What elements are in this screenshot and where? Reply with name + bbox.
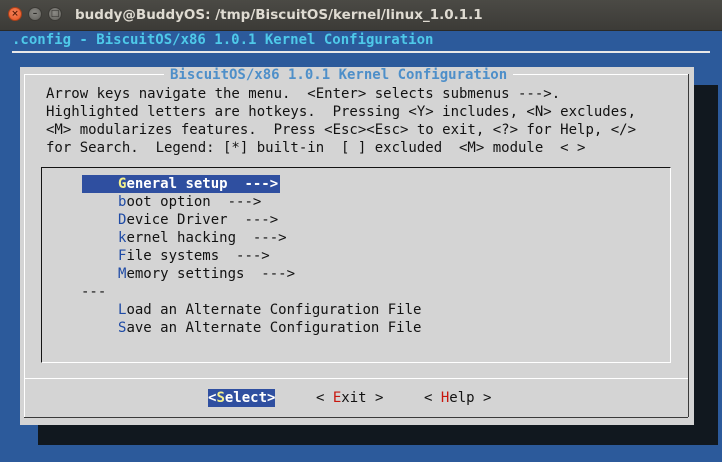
button-bracket: <	[316, 390, 333, 406]
menu-item-device-driver[interactable]: Device Driver --->	[118, 211, 278, 229]
exit-button[interactable]: < Exit >	[316, 389, 383, 407]
button-bracket: >	[366, 390, 384, 406]
dialog-button-separator	[24, 378, 688, 379]
dialog-frame-left	[24, 74, 25, 417]
menu-item-save-config[interactable]: Save an Alternate Configuration File	[118, 319, 421, 337]
button-bracket: >	[267, 390, 276, 406]
dialog-title: BiscuitOS/x86 1.0.1 Kernel Configuration	[164, 67, 514, 83]
menu-item-kernel-hacking[interactable]: kernel hacking --->	[118, 229, 287, 247]
menu-item-label: ile systems --->	[126, 248, 270, 264]
help-text: Arrow keys navigate the menu. <Enter> se…	[46, 85, 636, 157]
config-dialog: BiscuitOS/x86 1.0.1 Kernel Configuration…	[20, 67, 694, 425]
menu-item-label: emory settings --->	[126, 266, 296, 282]
window-title: buddy@BuddyOS: /tmp/BiscuitOS/kernel/lin…	[75, 7, 483, 23]
menu-item-label: eneral setup --->	[126, 176, 279, 192]
help-line: <M> modularizes features. Press <Esc><Es…	[46, 122, 637, 138]
menu-item-boot-option[interactable]: boot option --->	[118, 193, 261, 211]
menu-item-label: oad an Alternate Configuration File	[126, 302, 422, 318]
button-bracket: <	[424, 390, 441, 406]
header-rule	[12, 51, 710, 53]
menu-item-label: evice Driver --->	[126, 212, 279, 228]
button-bracket: >	[474, 390, 492, 406]
dialog-frame-bottom	[24, 417, 688, 418]
button-label: xit	[341, 390, 367, 406]
minimize-icon[interactable]: –	[28, 7, 42, 21]
help-line: Arrow keys navigate the menu. <Enter> se…	[46, 86, 561, 102]
window-titlebar: × – □ buddy@BuddyOS: /tmp/BiscuitOS/kern…	[0, 0, 722, 31]
menu-item-label: ave an Alternate Configuration File	[126, 320, 422, 336]
menu-item-file-systems[interactable]: File systems --->	[118, 247, 270, 265]
select-button[interactable]: <Select>	[208, 389, 276, 407]
menu-item-label: oot option --->	[126, 194, 262, 210]
menu-item-load-config[interactable]: Load an Alternate Configuration File	[118, 301, 421, 319]
maximize-icon[interactable]: □	[48, 7, 62, 21]
button-label: elp	[449, 390, 475, 406]
help-line: Highlighted letters are hotkeys. Pressin…	[46, 104, 637, 120]
dialog-frame-right	[688, 74, 689, 417]
menu-separator: ---	[81, 284, 107, 300]
config-header-line: .config - BiscuitOS/x86 1.0.1 Kernel Con…	[12, 32, 434, 48]
help-button[interactable]: < Help >	[424, 389, 491, 407]
button-label: elect	[224, 390, 268, 406]
menu-item-memory-settings[interactable]: Memory settings --->	[118, 265, 295, 283]
help-line: for Search. Legend: [*] built-in [ ] exc…	[46, 140, 586, 156]
close-icon[interactable]: ×	[8, 7, 22, 21]
button-hotkey: S	[216, 390, 225, 406]
menu-item-label: ernel hacking --->	[126, 230, 287, 246]
menu-item-general-setup[interactable]: General setup --->	[82, 175, 281, 193]
